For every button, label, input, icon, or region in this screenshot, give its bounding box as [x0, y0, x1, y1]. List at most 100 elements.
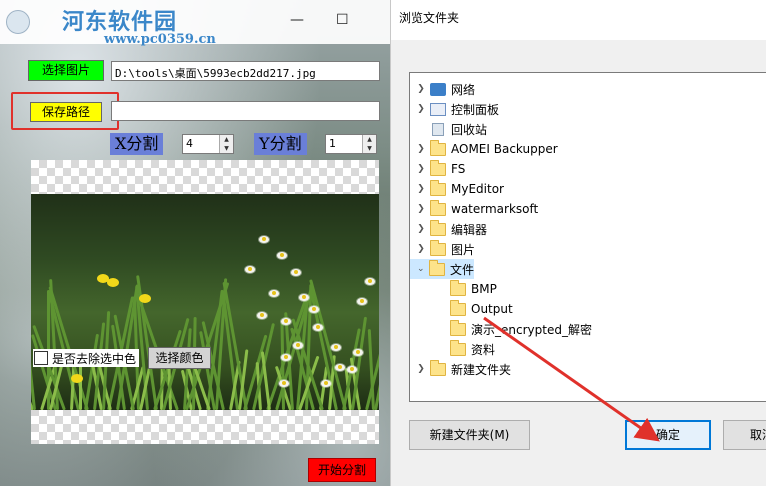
tree-item[interactable]: ❯ 网络	[410, 79, 734, 99]
folder-icon	[430, 139, 446, 156]
remove-color-checkbox[interactable]	[34, 351, 48, 365]
control-panel-icon	[430, 102, 446, 116]
chevron-right-icon[interactable]: ❯	[414, 224, 428, 234]
tree-item[interactable]: BMP	[410, 279, 766, 299]
tree-item[interactable]: 资料	[410, 339, 766, 359]
daisy-flower	[357, 298, 367, 305]
tree-item-label: watermarksoft	[451, 202, 539, 216]
start-split-button[interactable]: 开始分割	[308, 458, 376, 482]
remove-color-checkbox-row[interactable]: 是否去除选中色	[33, 349, 140, 367]
daisy-flower	[353, 349, 363, 356]
network-icon	[430, 82, 446, 96]
folder-icon	[450, 319, 466, 336]
tree-item[interactable]: ❯ watermarksoft	[410, 199, 734, 219]
daisy-flower	[279, 380, 289, 387]
tree-item[interactable]: ❯ FS	[410, 159, 734, 179]
tree-item-label: 演示_encrypted_解密	[471, 322, 592, 337]
tree-item-label: BMP	[471, 282, 497, 296]
select-color-button[interactable]: 选择颜色	[148, 347, 211, 369]
chevron-right-icon[interactable]: ❯	[414, 204, 428, 214]
tree-item-label: 图片	[451, 242, 476, 257]
tree-item[interactable]: 回收站	[410, 119, 734, 139]
recycle-bin-icon	[432, 122, 444, 136]
tree-item-label: 文件	[449, 262, 474, 277]
cancel-button[interactable]: 取消	[723, 420, 766, 450]
save-path-field[interactable]	[111, 101, 380, 121]
tree-item-label: 资料	[471, 342, 496, 357]
folder-icon	[430, 219, 446, 236]
y-spin-down-icon[interactable]: ▼	[363, 144, 376, 153]
x-split-spinner[interactable]: 4 ▲ ▼	[182, 134, 234, 154]
folder-icon	[430, 159, 446, 176]
yellow-flower	[71, 374, 83, 383]
image-path-field[interactable]: D:\tools\桌面\5993ecb2dd217.jpg	[111, 61, 380, 81]
dialog-title: 浏览文件夹	[399, 11, 460, 25]
y-split-spinner[interactable]: 1 ▲ ▼	[325, 134, 377, 154]
save-path-button[interactable]: 保存路径	[30, 102, 102, 122]
tree-item[interactable]: ❯ 图片	[410, 239, 734, 259]
tree-item-label: 控制面板	[451, 102, 500, 117]
tree-item[interactable]: 演示_encrypted_解密	[410, 319, 766, 339]
grass-blade	[374, 279, 379, 410]
ok-button[interactable]: 确定	[625, 420, 711, 450]
chevron-right-icon[interactable]: ❯	[414, 84, 428, 94]
minimize-button[interactable]: —	[290, 12, 304, 28]
folder-tree[interactable]: ❯ 网络 ❯ 控制面板 回收站 ❯ AOMEI Backupper ❯ FS ❯ MyEditor ❯…	[409, 72, 766, 402]
daisy-flower	[321, 380, 331, 387]
x-split-label: X分割	[110, 133, 164, 155]
tree-item-label: 网络	[451, 82, 476, 97]
x-spin-up-icon[interactable]: ▲	[220, 135, 233, 144]
image-preview	[31, 160, 379, 444]
daisy-flower	[277, 252, 287, 259]
watermark-url: www.pc0359.cn	[104, 32, 216, 47]
yellow-flower	[139, 294, 151, 303]
browse-folder-dialog: 浏览文件夹 ❯ 网络 ❯ 控制面板回收站 ❯ AOMEI Backupper ❯ FS ❯ MyE…	[390, 0, 766, 486]
tree-item[interactable]: ❯ AOMEI Backupper	[410, 139, 734, 159]
tree-item[interactable]: ❯ 编辑器	[410, 219, 734, 239]
tree-item-label: 新建文件夹	[451, 362, 512, 377]
tree-item[interactable]: ❯ 新建文件夹	[410, 359, 734, 379]
tree-item[interactable]: ⌄ 文件	[410, 259, 474, 279]
chevron-right-icon[interactable]: ❯	[414, 164, 428, 174]
chevron-down-icon[interactable]: ⌄	[414, 264, 427, 274]
tree-item-label: AOMEI Backupper	[451, 142, 558, 156]
tree-item-label: MyEditor	[451, 182, 504, 196]
tree-item-label: FS	[451, 162, 466, 176]
tree-item-label: 回收站	[451, 122, 488, 137]
folder-icon	[450, 279, 466, 296]
tree-item-label: Output	[471, 302, 513, 316]
remove-color-label: 是否去除选中色	[52, 351, 137, 366]
daisy-flower	[335, 364, 345, 371]
splitter-app-window: 河东软件园 www.pc0359.cn — ☐ 选择图片 D:\tools\桌面…	[0, 0, 390, 486]
maximize-button[interactable]: ☐	[336, 12, 349, 28]
chevron-right-icon[interactable]: ❯	[414, 104, 428, 114]
select-image-button[interactable]: 选择图片	[28, 60, 104, 81]
folder-icon	[430, 199, 446, 216]
daisy-flower	[293, 342, 303, 349]
folder-icon	[430, 359, 446, 376]
tree-item[interactable]: Output	[410, 299, 766, 319]
chevron-right-icon[interactable]: ❯	[414, 244, 428, 254]
daisy-flower	[313, 324, 323, 331]
daisy-flower	[281, 318, 291, 325]
daisy-flower	[299, 294, 309, 301]
folder-icon	[430, 239, 446, 256]
y-spin-up-icon[interactable]: ▲	[363, 135, 376, 144]
chevron-right-icon[interactable]: ❯	[414, 144, 428, 154]
new-folder-button[interactable]: 新建文件夹(M)	[409, 420, 530, 450]
y-split-label: Y分割	[254, 133, 307, 155]
folder-icon	[450, 299, 466, 316]
daisy-flower	[257, 312, 267, 319]
app-icon	[6, 10, 30, 34]
x-spin-down-icon[interactable]: ▼	[220, 144, 233, 153]
daisy-flower	[309, 306, 319, 313]
chevron-right-icon[interactable]: ❯	[414, 364, 428, 374]
y-split-value: 1	[329, 137, 336, 150]
tree-item[interactable]: ❯ 控制面板	[410, 99, 734, 119]
chevron-right-icon[interactable]: ❯	[414, 184, 428, 194]
daisy-flower	[245, 266, 255, 273]
tree-item[interactable]: ❯ MyEditor	[410, 179, 734, 199]
x-split-value: 4	[186, 137, 193, 150]
folder-icon	[430, 179, 446, 196]
folder-icon	[450, 339, 466, 356]
